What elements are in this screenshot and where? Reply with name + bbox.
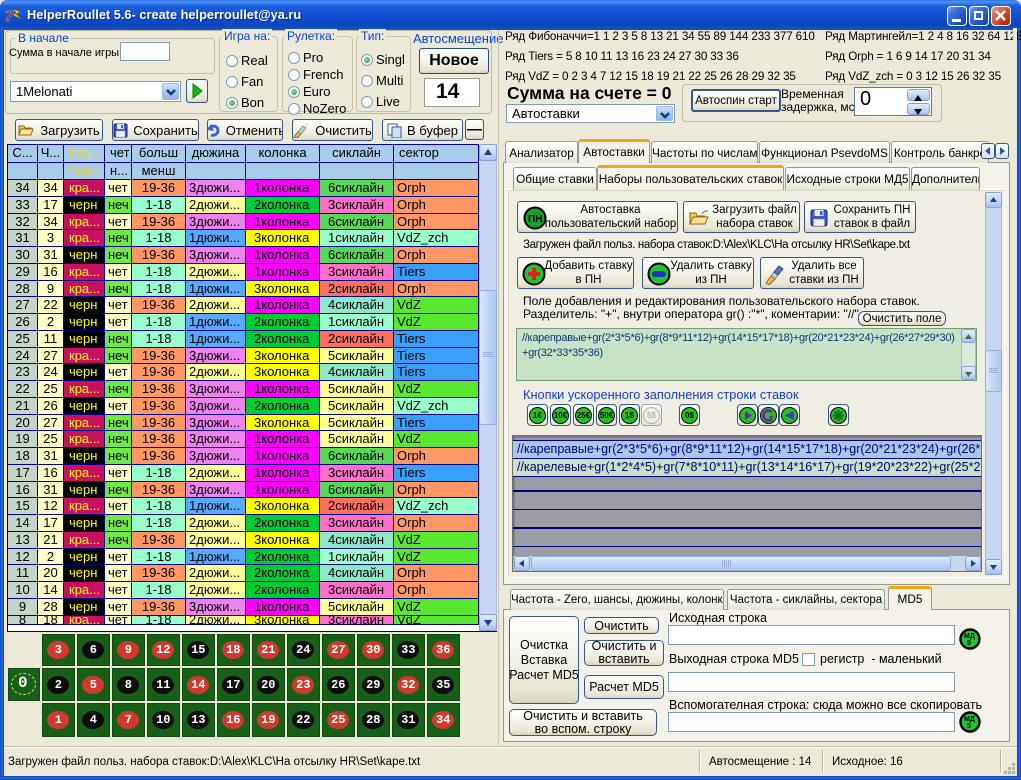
svg-text:МД: МД <box>964 716 975 723</box>
svg-text:ПН: ПН <box>528 214 542 225</box>
svg-text:МД: МД <box>964 633 975 640</box>
svg-text:7: 7 <box>5 8 14 24</box>
svg-text:5: 5 <box>967 640 971 647</box>
svg-text:5: 5 <box>967 723 971 730</box>
